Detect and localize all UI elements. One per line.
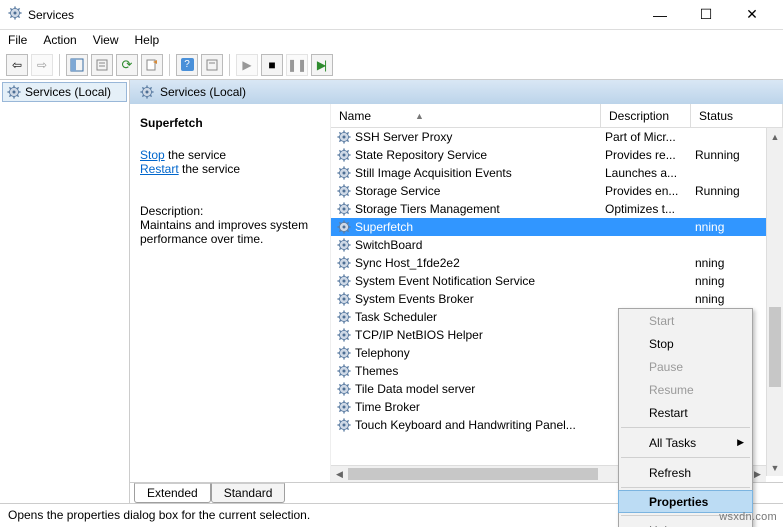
service-desc: Launches a... (601, 166, 691, 180)
service-name: Tile Data model server (355, 382, 475, 396)
pane-header-label: Services (Local) (160, 85, 246, 99)
main-area: Services (Local) Services (Local) Superf… (0, 80, 783, 503)
detail-pane: Services (Local) Superfetch Stop the ser… (130, 80, 783, 503)
description-pane: Superfetch Stop the service Restart the … (130, 104, 330, 482)
service-name: TCP/IP NetBIOS Helper (355, 328, 483, 342)
service-desc: Provides re... (601, 148, 691, 162)
cm-refresh[interactable]: Refresh (619, 461, 752, 484)
hscroll-thumb[interactable] (348, 468, 598, 480)
sort-arrow-icon: ▲ (415, 111, 424, 121)
service-name: Superfetch (355, 220, 413, 234)
column-status[interactable]: Status (691, 104, 783, 127)
service-name: Storage Service (355, 184, 440, 198)
properties-button[interactable] (91, 54, 113, 76)
service-name: Themes (355, 364, 398, 378)
cm-pause: Pause (619, 355, 752, 378)
service-name: SSH Server Proxy (355, 130, 452, 144)
description-text: Maintains and improves system performanc… (140, 218, 320, 246)
service-name: Still Image Acquisition Events (355, 166, 512, 180)
tree-item-label: Services (Local) (25, 85, 111, 99)
start-service-button[interactable]: ▶ (236, 54, 258, 76)
refresh-button[interactable]: ⟳ (116, 54, 138, 76)
watermark: wsxdn.com (719, 511, 777, 523)
tab-standard[interactable]: Standard (211, 483, 286, 503)
cm-properties[interactable]: Properties (618, 490, 753, 513)
title-bar: Services — ☐ ✕ (0, 0, 783, 30)
selected-service-name: Superfetch (140, 116, 320, 130)
service-row[interactable]: Sync Host_1fde2e2nning (331, 254, 783, 272)
service-name: Task Scheduler (355, 310, 437, 324)
service-name: Telephony (355, 346, 410, 360)
service-row[interactable]: Storage Tiers Management Optimizes t... (331, 200, 783, 218)
scroll-left-icon[interactable]: ◀ (331, 466, 348, 482)
help-button[interactable]: ? (176, 54, 198, 76)
service-row[interactable]: State Repository ServiceProvides re...Ru… (331, 146, 783, 164)
service-name: Storage Tiers Management (355, 202, 500, 216)
service-row[interactable]: Storage ServiceProvides en...Running (331, 182, 783, 200)
service-name: System Event Notification Service (355, 274, 535, 288)
submenu-arrow-icon: ▶ (737, 437, 744, 448)
list-header: Name▲ Description Status (331, 104, 783, 128)
scroll-thumb[interactable] (769, 307, 781, 387)
service-desc: Provides en... (601, 184, 691, 198)
show-hide-button[interactable] (66, 54, 88, 76)
service-row[interactable]: SwitchBoard (331, 236, 783, 254)
cm-stop[interactable]: Stop (619, 332, 752, 355)
close-button[interactable]: ✕ (729, 0, 775, 30)
column-description[interactable]: Description (601, 104, 691, 127)
menu-file[interactable]: File (8, 33, 27, 47)
cm-restart[interactable]: Restart (619, 401, 752, 424)
restart-service-button[interactable]: ▶| (311, 54, 333, 76)
service-row[interactable]: System Events Brokernning (331, 290, 783, 308)
menu-bar: File Action View Help (0, 30, 783, 50)
context-menu: Start Stop Pause Resume Restart All Task… (618, 308, 753, 527)
service-row[interactable]: SSH Server Proxy Part of Micr... (331, 128, 783, 146)
stop-link[interactable]: Stop (140, 148, 165, 162)
menu-view[interactable]: View (93, 33, 119, 47)
column-name[interactable]: Name▲ (331, 104, 601, 127)
export-button[interactable] (141, 54, 163, 76)
tree-pane: Services (Local) (0, 80, 130, 503)
app-icon (8, 6, 22, 23)
stop-service-button[interactable]: ■ (261, 54, 283, 76)
service-name: State Repository Service (355, 148, 487, 162)
cm-start: Start (619, 309, 752, 332)
properties-sheet-button[interactable] (201, 54, 223, 76)
description-label: Description: (140, 204, 320, 218)
menu-help[interactable]: Help (135, 33, 160, 47)
status-text: Opens the properties dialog box for the … (8, 508, 310, 522)
service-name: Touch Keyboard and Handwriting Panel... (355, 418, 576, 432)
service-name: Sync Host_1fde2e2 (355, 256, 460, 270)
service-desc: Part of Micr... (601, 130, 691, 144)
vertical-scrollbar[interactable]: ▲ ▼ (766, 128, 783, 476)
service-name: SwitchBoard (355, 238, 422, 252)
scroll-up-icon[interactable]: ▲ (767, 128, 783, 145)
forward-button[interactable]: ⇨ (31, 54, 53, 76)
service-desc: Optimizes t... (601, 202, 691, 216)
back-button[interactable]: ⇦ (6, 54, 28, 76)
service-name: System Events Broker (355, 292, 474, 306)
service-row[interactable]: System Event Notification Servicenning (331, 272, 783, 290)
window-title: Services (28, 8, 637, 22)
cm-resume: Resume (619, 378, 752, 401)
service-row[interactable]: Superfetchnning (331, 218, 783, 236)
scroll-down-icon[interactable]: ▼ (767, 459, 783, 476)
toolbar: ⇦ ⇨ ⟳ ? ▶ ■ ❚❚ ▶| (0, 50, 783, 80)
service-name: Time Broker (355, 400, 420, 414)
minimize-button[interactable]: — (637, 0, 683, 30)
tab-extended[interactable]: Extended (134, 483, 211, 503)
menu-action[interactable]: Action (43, 33, 76, 47)
pane-header: Services (Local) (130, 80, 783, 104)
maximize-button[interactable]: ☐ (683, 0, 729, 30)
cm-all-tasks[interactable]: All Tasks▶ (619, 431, 752, 454)
service-row[interactable]: Still Image Acquisition Events Launches a… (331, 164, 783, 182)
pause-service-button[interactable]: ❚❚ (286, 54, 308, 76)
restart-link[interactable]: Restart (140, 162, 179, 176)
tree-item-services-local[interactable]: Services (Local) (2, 82, 127, 102)
